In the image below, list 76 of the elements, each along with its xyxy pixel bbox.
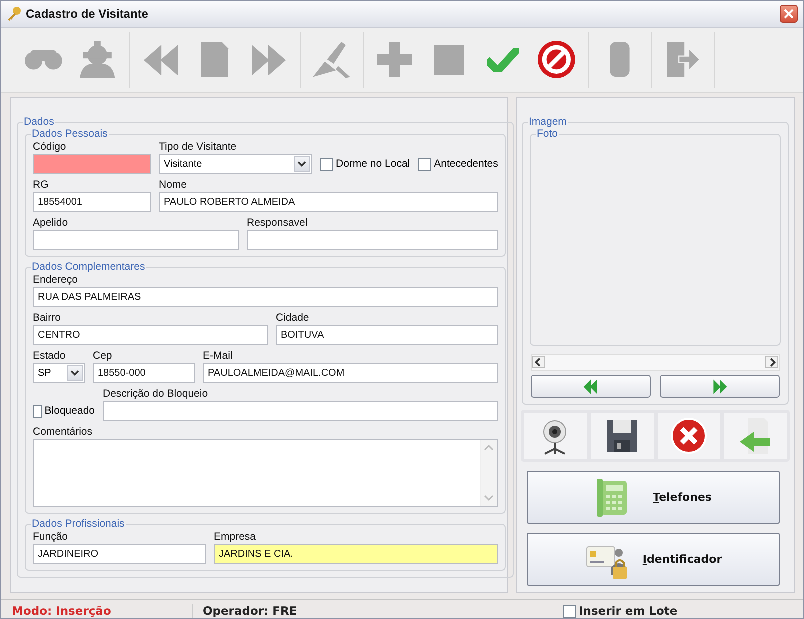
pen-icon <box>313 42 351 78</box>
field-label: Bairro <box>33 311 62 325</box>
text-field[interactable]: 18550-000 <box>93 363 195 383</box>
text-field[interactable] <box>33 230 239 250</box>
text-field[interactable] <box>33 154 151 174</box>
field-label: Código <box>33 140 68 154</box>
caret-icon <box>294 156 310 172</box>
field-label: Nome <box>159 178 188 192</box>
field-label: Descrição do Bloqueio <box>103 387 210 401</box>
text-field[interactable]: PAULOALMEIDA@MAIL.COM <box>203 363 498 383</box>
dropdown-field[interactable]: SP <box>33 363 85 383</box>
text-field[interactable]: JARDINEIRO <box>33 544 206 564</box>
field-label: Empresa <box>214 530 258 544</box>
field-label: Comentários <box>33 425 94 439</box>
field-label: RG <box>33 178 50 192</box>
group-title: Foto <box>536 128 560 140</box>
dropdown-field[interactable]: Visitante <box>159 154 312 174</box>
key-icon <box>6 6 22 22</box>
double-left-arrow-icon <box>144 44 178 76</box>
text-field[interactable]: 18554001 <box>33 192 151 212</box>
caret-icon <box>67 365 83 381</box>
checkbox[interactable] <box>418 158 432 170</box>
checkbox-label: Dorme no Local <box>336 158 410 170</box>
group-title: Dados Complementares <box>31 261 146 273</box>
group-title: Dados Profissionais <box>31 518 126 530</box>
next-button[interactable] <box>660 375 780 398</box>
square-icon <box>434 44 464 76</box>
field-label: Estado <box>33 349 67 363</box>
field-label: Endereço <box>33 273 79 287</box>
cancel-icon <box>668 416 709 456</box>
scrollbar[interactable] <box>531 354 780 371</box>
cylinder-icon <box>610 42 630 78</box>
field-label: Apelido <box>33 216 70 230</box>
checkbox[interactable] <box>320 158 333 170</box>
checkbox-label: Inserir em Lote <box>579 604 678 618</box>
field-label: Cep <box>93 349 114 363</box>
photo-tool-button[interactable] <box>590 413 654 459</box>
group-title: Imagem <box>528 116 568 128</box>
door-arrow-icon <box>666 42 700 78</box>
page-icon <box>201 42 229 78</box>
scrollbar[interactable] <box>480 440 498 506</box>
group-title: Dados <box>23 116 56 128</box>
close-button[interactable] <box>780 5 798 23</box>
mode-status: Modo: Inserção <box>11 604 112 618</box>
text-field[interactable]: PAULO ROBERTO ALMEIDA <box>159 192 498 212</box>
phones-button[interactable]: Telefones <box>527 471 780 524</box>
text-field[interactable]: RUA DAS PALMEIRAS <box>33 287 498 307</box>
identifier-button[interactable]: Identificador <box>527 533 780 586</box>
text-field[interactable] <box>247 230 498 250</box>
double-right-arrow-icon <box>252 44 286 76</box>
window-title: Cadastro de Visitante <box>26 7 150 21</box>
text-field[interactable] <box>103 401 498 421</box>
checkbox-label: Bloqueado <box>44 405 95 417</box>
checkbox-label: Antecedentes <box>434 158 498 170</box>
plus-icon <box>377 42 413 78</box>
field-label: Tipo de Visitante <box>159 140 238 154</box>
checkbox[interactable] <box>33 404 42 418</box>
text-field[interactable]: BOITUVA <box>276 325 498 345</box>
previous-button[interactable] <box>531 375 651 398</box>
text-field[interactable]: JARDINS E CIA. <box>214 544 498 564</box>
field-label: Função <box>33 530 70 544</box>
comments-field[interactable] <box>33 439 498 507</box>
binoculars-icon <box>25 50 63 70</box>
double-left-arrow-icon <box>582 378 600 396</box>
photo-tool-button[interactable] <box>524 413 587 459</box>
double-right-arrow-icon <box>711 378 729 396</box>
close-icon <box>783 8 795 20</box>
photo-tool-button[interactable] <box>658 413 720 459</box>
group-title: Dados Pessoais <box>31 128 109 140</box>
checkmark-icon <box>487 48 519 72</box>
field-label: Cidade <box>276 311 310 325</box>
field-label: E-Mail <box>203 349 234 363</box>
field-label: Responsavel <box>247 216 309 230</box>
checkbox[interactable] <box>563 604 576 618</box>
text-field[interactable]: CENTRO <box>33 325 268 345</box>
prohibited-icon <box>538 41 576 79</box>
